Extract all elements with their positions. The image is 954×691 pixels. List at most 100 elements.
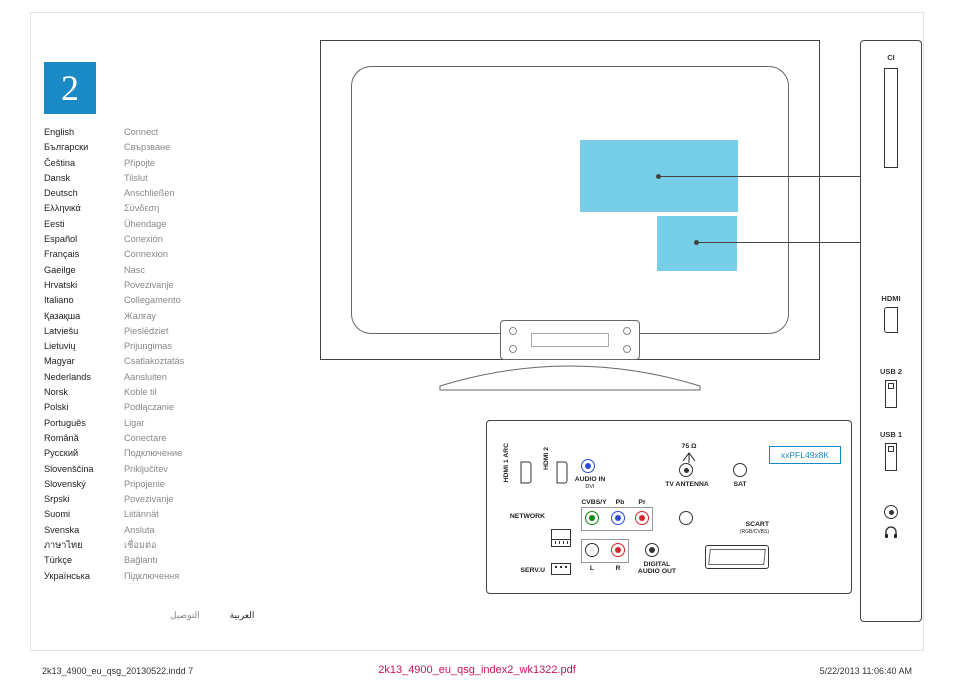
footer-right: 5/22/2013 11:06:40 AM (820, 666, 912, 676)
audio-l-label: L (585, 565, 599, 572)
language-word: Koble til (124, 385, 157, 400)
language-name: Українська (44, 569, 124, 584)
language-word: Подключение (124, 446, 182, 461)
language-name: Português (44, 416, 124, 431)
pr-port (635, 511, 649, 525)
language-word: Conectare (124, 431, 166, 446)
audio-in-label: AUDIO IN (573, 476, 607, 483)
usb1-label: USB 1 (861, 430, 921, 439)
language-row: RomânăConectare (44, 431, 254, 446)
language-name: Magyar (44, 354, 124, 369)
antenna-ohm-label: 75 Ω (669, 443, 709, 450)
language-word: Tilslut (124, 171, 148, 186)
language-row: ČeštinaPřipojte (44, 156, 254, 171)
language-name: Suomi (44, 507, 124, 522)
language-name: Čeština (44, 156, 124, 171)
language-row: HrvatskiPovezivanje (44, 278, 254, 293)
language-name: Türkçe (44, 553, 124, 568)
language-word: Conexión (124, 232, 163, 247)
tv-stand-base (430, 358, 710, 391)
hdmi2-port (557, 462, 568, 484)
tv-outline (320, 40, 820, 360)
language-name: Hrvatski (44, 278, 124, 293)
audio-in-port (581, 459, 595, 473)
usb2-port (885, 380, 897, 408)
language-word: Ansluta (124, 523, 155, 538)
language-word: Nasc (124, 263, 145, 278)
language-name: Deutsch (44, 186, 124, 201)
language-name: Nederlands (44, 370, 124, 385)
language-name: Srpski (44, 492, 124, 507)
language-word: Priključitev (124, 462, 168, 477)
language-word: Жалғау (124, 309, 156, 324)
ci-slot (884, 68, 898, 168)
language-row: LietuviųPrijungimas (44, 339, 254, 354)
hdmi1-label: HDMI 1 ARC (503, 443, 510, 482)
language-row: SlovenskýPripojenie (44, 477, 254, 492)
language-name: Română (44, 431, 124, 446)
servu-label: SERV.U (505, 567, 545, 574)
language-name: Slovenský (44, 477, 124, 492)
language-word: Připojte (124, 156, 155, 171)
language-row: ҚазақшаЖалғау (44, 309, 254, 324)
language-name: Slovenščina (44, 462, 124, 477)
language-row: SuomiLiitännät (44, 507, 254, 522)
language-row: SrpskiPovezivanje (44, 492, 254, 507)
language-name: ภาษาไทย (44, 538, 124, 553)
language-row: ΕλληνικάΣύνδεση (44, 201, 254, 216)
cvbs-port (585, 511, 599, 525)
arabic-word: التوصيل (170, 610, 200, 621)
usb1-port (885, 443, 897, 471)
audio-l-port (585, 543, 599, 557)
callout-line (697, 242, 879, 243)
language-row: SlovenščinaPriključitev (44, 462, 254, 477)
hdmi1-port (521, 462, 532, 484)
audio-in-sub-label: DVI (573, 484, 607, 490)
language-word: Povezivanje (124, 278, 174, 293)
usb2-label: USB 2 (861, 367, 921, 376)
language-word: Pripojenie (124, 477, 165, 492)
pb-port (611, 511, 625, 525)
language-row: SvenskaAnsluta (44, 523, 254, 538)
language-row: DanskTilslut (44, 171, 254, 186)
scart-label: SCART (RGB/CVBS) (719, 521, 769, 535)
digital-audio-port (645, 543, 659, 557)
language-name: Ελληνικά (44, 201, 124, 216)
language-name: Български (44, 140, 124, 155)
language-word: Aansluiten (124, 370, 167, 385)
audio-r-port (611, 543, 625, 557)
language-name: Русский (44, 446, 124, 461)
language-row: GaeilgeNasc (44, 263, 254, 278)
language-word: Podłączanie (124, 400, 174, 415)
servu-port (551, 563, 571, 575)
language-word: Свързване (124, 140, 170, 155)
language-row: EestiÜhendage (44, 217, 254, 232)
antenna-icon (681, 451, 697, 463)
language-word: Liitännät (124, 507, 159, 522)
sat-port (733, 463, 747, 477)
step-number-box: 2 (44, 62, 96, 114)
antenna-port (679, 463, 693, 477)
scart-port (705, 545, 769, 569)
language-row: DeutschAnschließen (44, 186, 254, 201)
language-name: Italiano (44, 293, 124, 308)
callout-line (659, 176, 879, 177)
language-name: English (44, 125, 124, 140)
sat-label: SAT (725, 481, 755, 488)
language-row: РусскийПодключение (44, 446, 254, 461)
tv-stand-neck (500, 320, 640, 360)
language-word: Anschließen (124, 186, 175, 201)
headphone-icon (861, 525, 921, 542)
language-name: Latviešu (44, 324, 124, 339)
model-box: xxPFL49x8K (769, 446, 841, 464)
side-connector-panel: CI HDMI USB 2 USB 1 (860, 40, 922, 622)
language-word: Ligar (124, 416, 144, 431)
language-row: LatviešuPieslēdziet (44, 324, 254, 339)
language-row: PolskiPodłączanie (44, 400, 254, 415)
cvbs-label: CVBS/Y (581, 499, 607, 506)
language-word: เชื่อมต่อ (124, 538, 156, 553)
language-row: FrançaisConnexion (44, 247, 254, 262)
language-word: Connect (124, 125, 158, 140)
pb-label: Pb (611, 499, 629, 506)
audio-r-label: R (611, 565, 625, 572)
